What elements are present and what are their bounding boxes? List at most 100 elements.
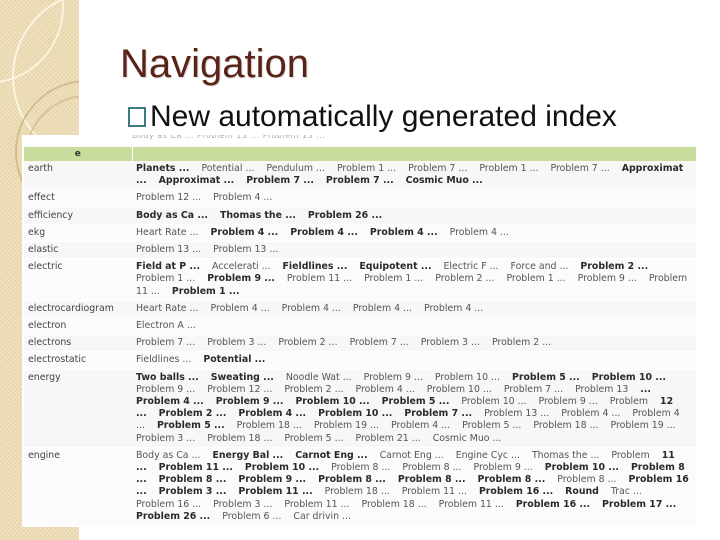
index-link[interactable]: Problem 16 ...	[516, 499, 590, 510]
index-link[interactable]: Accelerati ...	[212, 261, 271, 272]
index-link[interactable]: Problem 5 ...	[512, 372, 580, 383]
index-link[interactable]: Problem 4 ...	[210, 227, 278, 238]
index-link[interactable]: Problem 5 ...	[462, 420, 521, 431]
index-link[interactable]: Problem 4 ...	[370, 227, 438, 238]
index-link[interactable]: Fieldlines ...	[136, 354, 191, 365]
index-link[interactable]: Trac ...	[611, 486, 642, 497]
index-link[interactable]: Problem 13 ...	[484, 408, 549, 419]
index-link[interactable]: Equipotent ...	[359, 261, 431, 272]
index-link[interactable]: Problem 4 ...	[356, 384, 415, 395]
index-link[interactable]: Problem 3 ...	[136, 433, 195, 444]
index-link[interactable]: Problem 18 ...	[207, 433, 272, 444]
index-link[interactable]: Problem 2 ...	[492, 337, 551, 348]
index-link[interactable]: Problem 9 ...	[578, 273, 637, 284]
index-link[interactable]: Problem 8 ...	[557, 474, 616, 485]
index-link[interactable]: Energy Bal ...	[212, 450, 283, 461]
index-link[interactable]: Problem 12 ...	[136, 192, 201, 203]
index-link[interactable]: Problem 4 ...	[238, 408, 306, 419]
index-link[interactable]: Problem 2 ...	[159, 408, 227, 419]
index-link[interactable]: Problem 5 ...	[382, 396, 450, 407]
index-link[interactable]: Electron A ...	[136, 320, 196, 331]
index-link[interactable]: Problem 19 ...	[611, 420, 676, 431]
index-link[interactable]: Problem 4 ...	[391, 420, 450, 431]
index-link[interactable]: Planets ...	[136, 163, 189, 174]
index-link[interactable]: Body as Ca ...	[136, 210, 208, 221]
index-link[interactable]: Problem 8 ...	[478, 474, 546, 485]
index-link[interactable]: Problem 10 ...	[435, 372, 500, 383]
index-link[interactable]: Problem 9 ...	[136, 384, 195, 395]
index-link[interactable]: Noodle Wat ...	[286, 372, 352, 383]
index-link[interactable]: Problem	[610, 396, 648, 407]
index-link[interactable]: Problem 5 ...	[157, 420, 225, 431]
index-link[interactable]: Car drivin ...	[293, 511, 351, 522]
index-link[interactable]: Pendulum ...	[266, 163, 325, 174]
index-link[interactable]: Problem 1 ...	[364, 273, 423, 284]
index-link[interactable]: Sweating ...	[211, 372, 274, 383]
index-link[interactable]: Problem 8 ...	[402, 462, 461, 473]
index-link[interactable]: Problem 8 ...	[159, 474, 227, 485]
index-link[interactable]: Force and ...	[511, 261, 569, 272]
index-link[interactable]: Problem 2 ...	[435, 273, 494, 284]
index-link[interactable]: Carnot Eng ...	[295, 450, 367, 461]
index-link[interactable]: Problem	[611, 450, 649, 461]
index-link[interactable]: Problem 4 ...	[424, 303, 483, 314]
index-link[interactable]: Problem 3 ...	[213, 499, 272, 510]
index-link[interactable]: Problem 10 ...	[245, 462, 319, 473]
index-link[interactable]: Problem 4 ...	[210, 303, 269, 314]
index-link[interactable]: Problem 26 ...	[308, 210, 382, 221]
index-link[interactable]: Problem 9 ...	[207, 273, 275, 284]
index-link[interactable]: Problem 18 ...	[237, 420, 302, 431]
index-link[interactable]: Problem 11 ...	[159, 462, 233, 473]
index-link[interactable]: Problem 6 ...	[222, 511, 281, 522]
index-link[interactable]: Problem 8 ...	[398, 474, 466, 485]
index-link[interactable]: Problem 11 ...	[284, 499, 349, 510]
index-link[interactable]: Problem 19 ...	[314, 420, 379, 431]
index-link[interactable]: Two balls ...	[136, 372, 199, 383]
index-link[interactable]: Problem 9 ...	[216, 396, 284, 407]
index-link[interactable]: Heart Rate ...	[136, 227, 199, 238]
index-link[interactable]: Problem 1 ...	[172, 286, 240, 297]
index-link[interactable]: Problem 26 ...	[136, 511, 210, 522]
index-link[interactable]: Electric F ...	[444, 261, 499, 272]
index-link[interactable]: Problem 18 ...	[362, 499, 427, 510]
index-link[interactable]: Problem 16 ...	[479, 486, 553, 497]
index-link[interactable]: Field at P ...	[136, 261, 200, 272]
index-link[interactable]: Problem 11 ...	[238, 486, 312, 497]
index-link[interactable]: Problem 4 ...	[290, 227, 358, 238]
index-link[interactable]: Approximat ...	[159, 175, 235, 186]
index-link[interactable]: Problem 17 ...	[602, 499, 676, 510]
index-link[interactable]: Cosmic Muo ...	[406, 175, 483, 186]
index-link[interactable]: Problem 1 ...	[506, 273, 565, 284]
index-link[interactable]: Carnot Eng ...	[380, 450, 444, 461]
index-link[interactable]: Problem 10 ...	[461, 396, 526, 407]
index-link[interactable]: Problem 18 ...	[325, 486, 390, 497]
index-link[interactable]: Problem 10 ...	[318, 408, 392, 419]
index-link[interactable]: Problem 4 ...	[561, 408, 620, 419]
index-link[interactable]: Problem 10 ...	[427, 384, 492, 395]
index-link[interactable]: Engine Cyc ...	[456, 450, 520, 461]
index-link[interactable]: Problem 1 ...	[479, 163, 538, 174]
index-link[interactable]: Problem 2 ...	[580, 261, 648, 272]
index-link[interactable]: Problem 3 ...	[421, 337, 480, 348]
index-link[interactable]: Problem 12 ...	[207, 384, 272, 395]
index-link[interactable]: Problem 1 ...	[136, 273, 195, 284]
index-link[interactable]: Problem 4 ...	[450, 227, 509, 238]
index-link[interactable]: Round	[565, 486, 599, 497]
index-link[interactable]: Problem 11 ...	[287, 273, 352, 284]
index-link[interactable]: Problem 8 ...	[331, 462, 390, 473]
index-link[interactable]: Thomas the ...	[220, 210, 296, 221]
index-link[interactable]: Problem 11 ...	[402, 486, 467, 497]
index-link[interactable]: Problem 3 ...	[207, 337, 266, 348]
index-link[interactable]: Problem 10 ...	[295, 396, 369, 407]
index-link[interactable]: Thomas the ...	[532, 450, 599, 461]
index-link[interactable]: Body as Ca ...	[136, 450, 200, 461]
index-link[interactable]: Problem 9 ...	[364, 372, 423, 383]
index-link[interactable]: Problem 10 ...	[592, 372, 666, 383]
index-link[interactable]: Problem 13	[575, 384, 628, 395]
index-link[interactable]: Problem 5 ...	[284, 433, 343, 444]
index-link[interactable]: Problem 18 ...	[533, 420, 598, 431]
index-link[interactable]: Problem 16 ...	[136, 499, 201, 510]
index-link[interactable]: Problem 1 ...	[337, 163, 396, 174]
index-link[interactable]: Potential ...	[201, 163, 254, 174]
index-link[interactable]: Problem 21 ...	[356, 433, 421, 444]
